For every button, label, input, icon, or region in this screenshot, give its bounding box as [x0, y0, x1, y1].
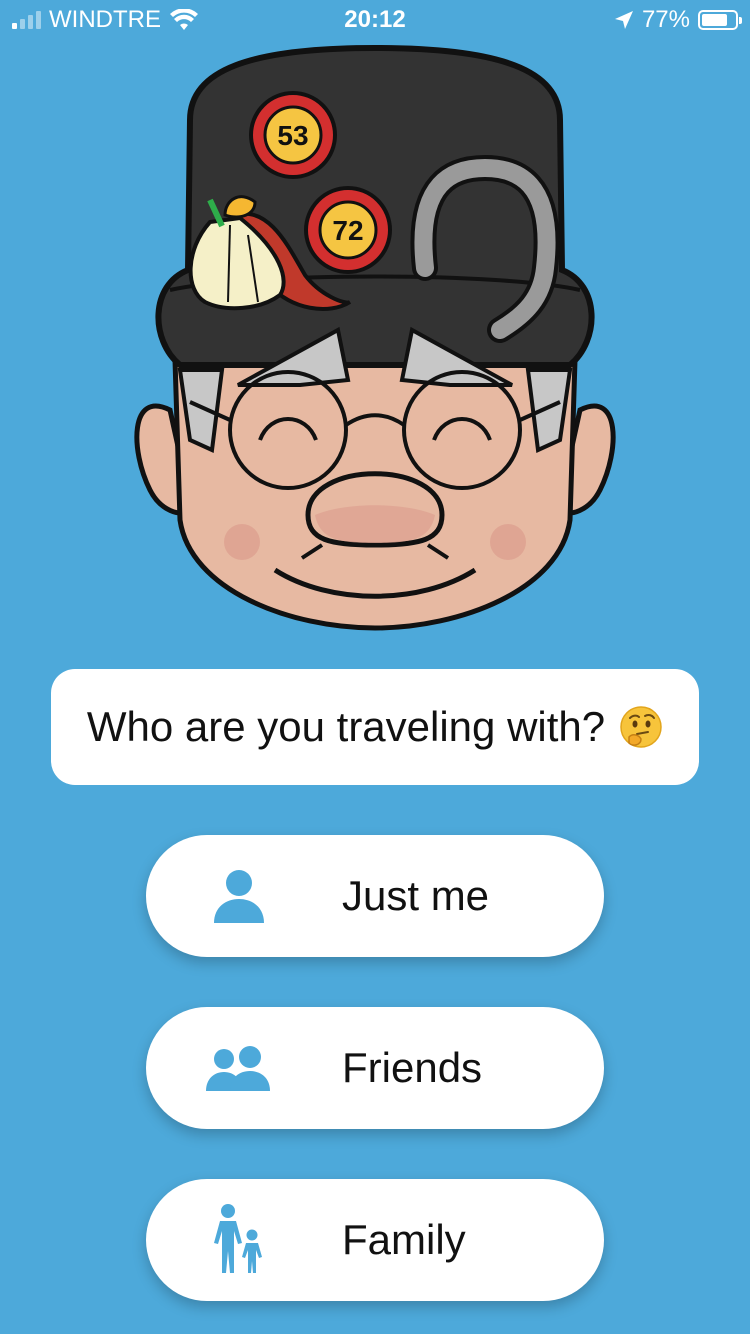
option-friends-button[interactable]: Friends	[146, 1007, 604, 1129]
badge-72: 72	[332, 215, 363, 246]
adult-child-icon	[214, 1204, 262, 1273]
battery-percent: 77%	[641, 6, 690, 33]
location-arrow-icon	[614, 11, 633, 29]
battery-fill	[702, 14, 727, 26]
option-family-label: Family	[342, 1216, 466, 1263]
option-family-button[interactable]: Family	[146, 1179, 604, 1301]
person-icon	[214, 870, 264, 923]
thinking-face-icon	[620, 706, 662, 748]
two-people-icon	[206, 1046, 270, 1091]
status-bar: WINDTRE 20:12 77%	[0, 0, 750, 40]
battery-icon	[698, 10, 742, 30]
option-just-me-label: Just me	[342, 872, 490, 919]
question-text: Who are you traveling with?	[86, 703, 606, 750]
option-just-me-button[interactable]: Just me	[146, 835, 604, 957]
status-right: 77%	[614, 6, 742, 34]
option-friends-label: Friends	[342, 1044, 483, 1091]
question-card: Who are you traveling with?	[51, 669, 699, 785]
old-man-mascot-icon: 53 72	[134, 44, 616, 631]
badge-53: 53	[277, 120, 308, 151]
